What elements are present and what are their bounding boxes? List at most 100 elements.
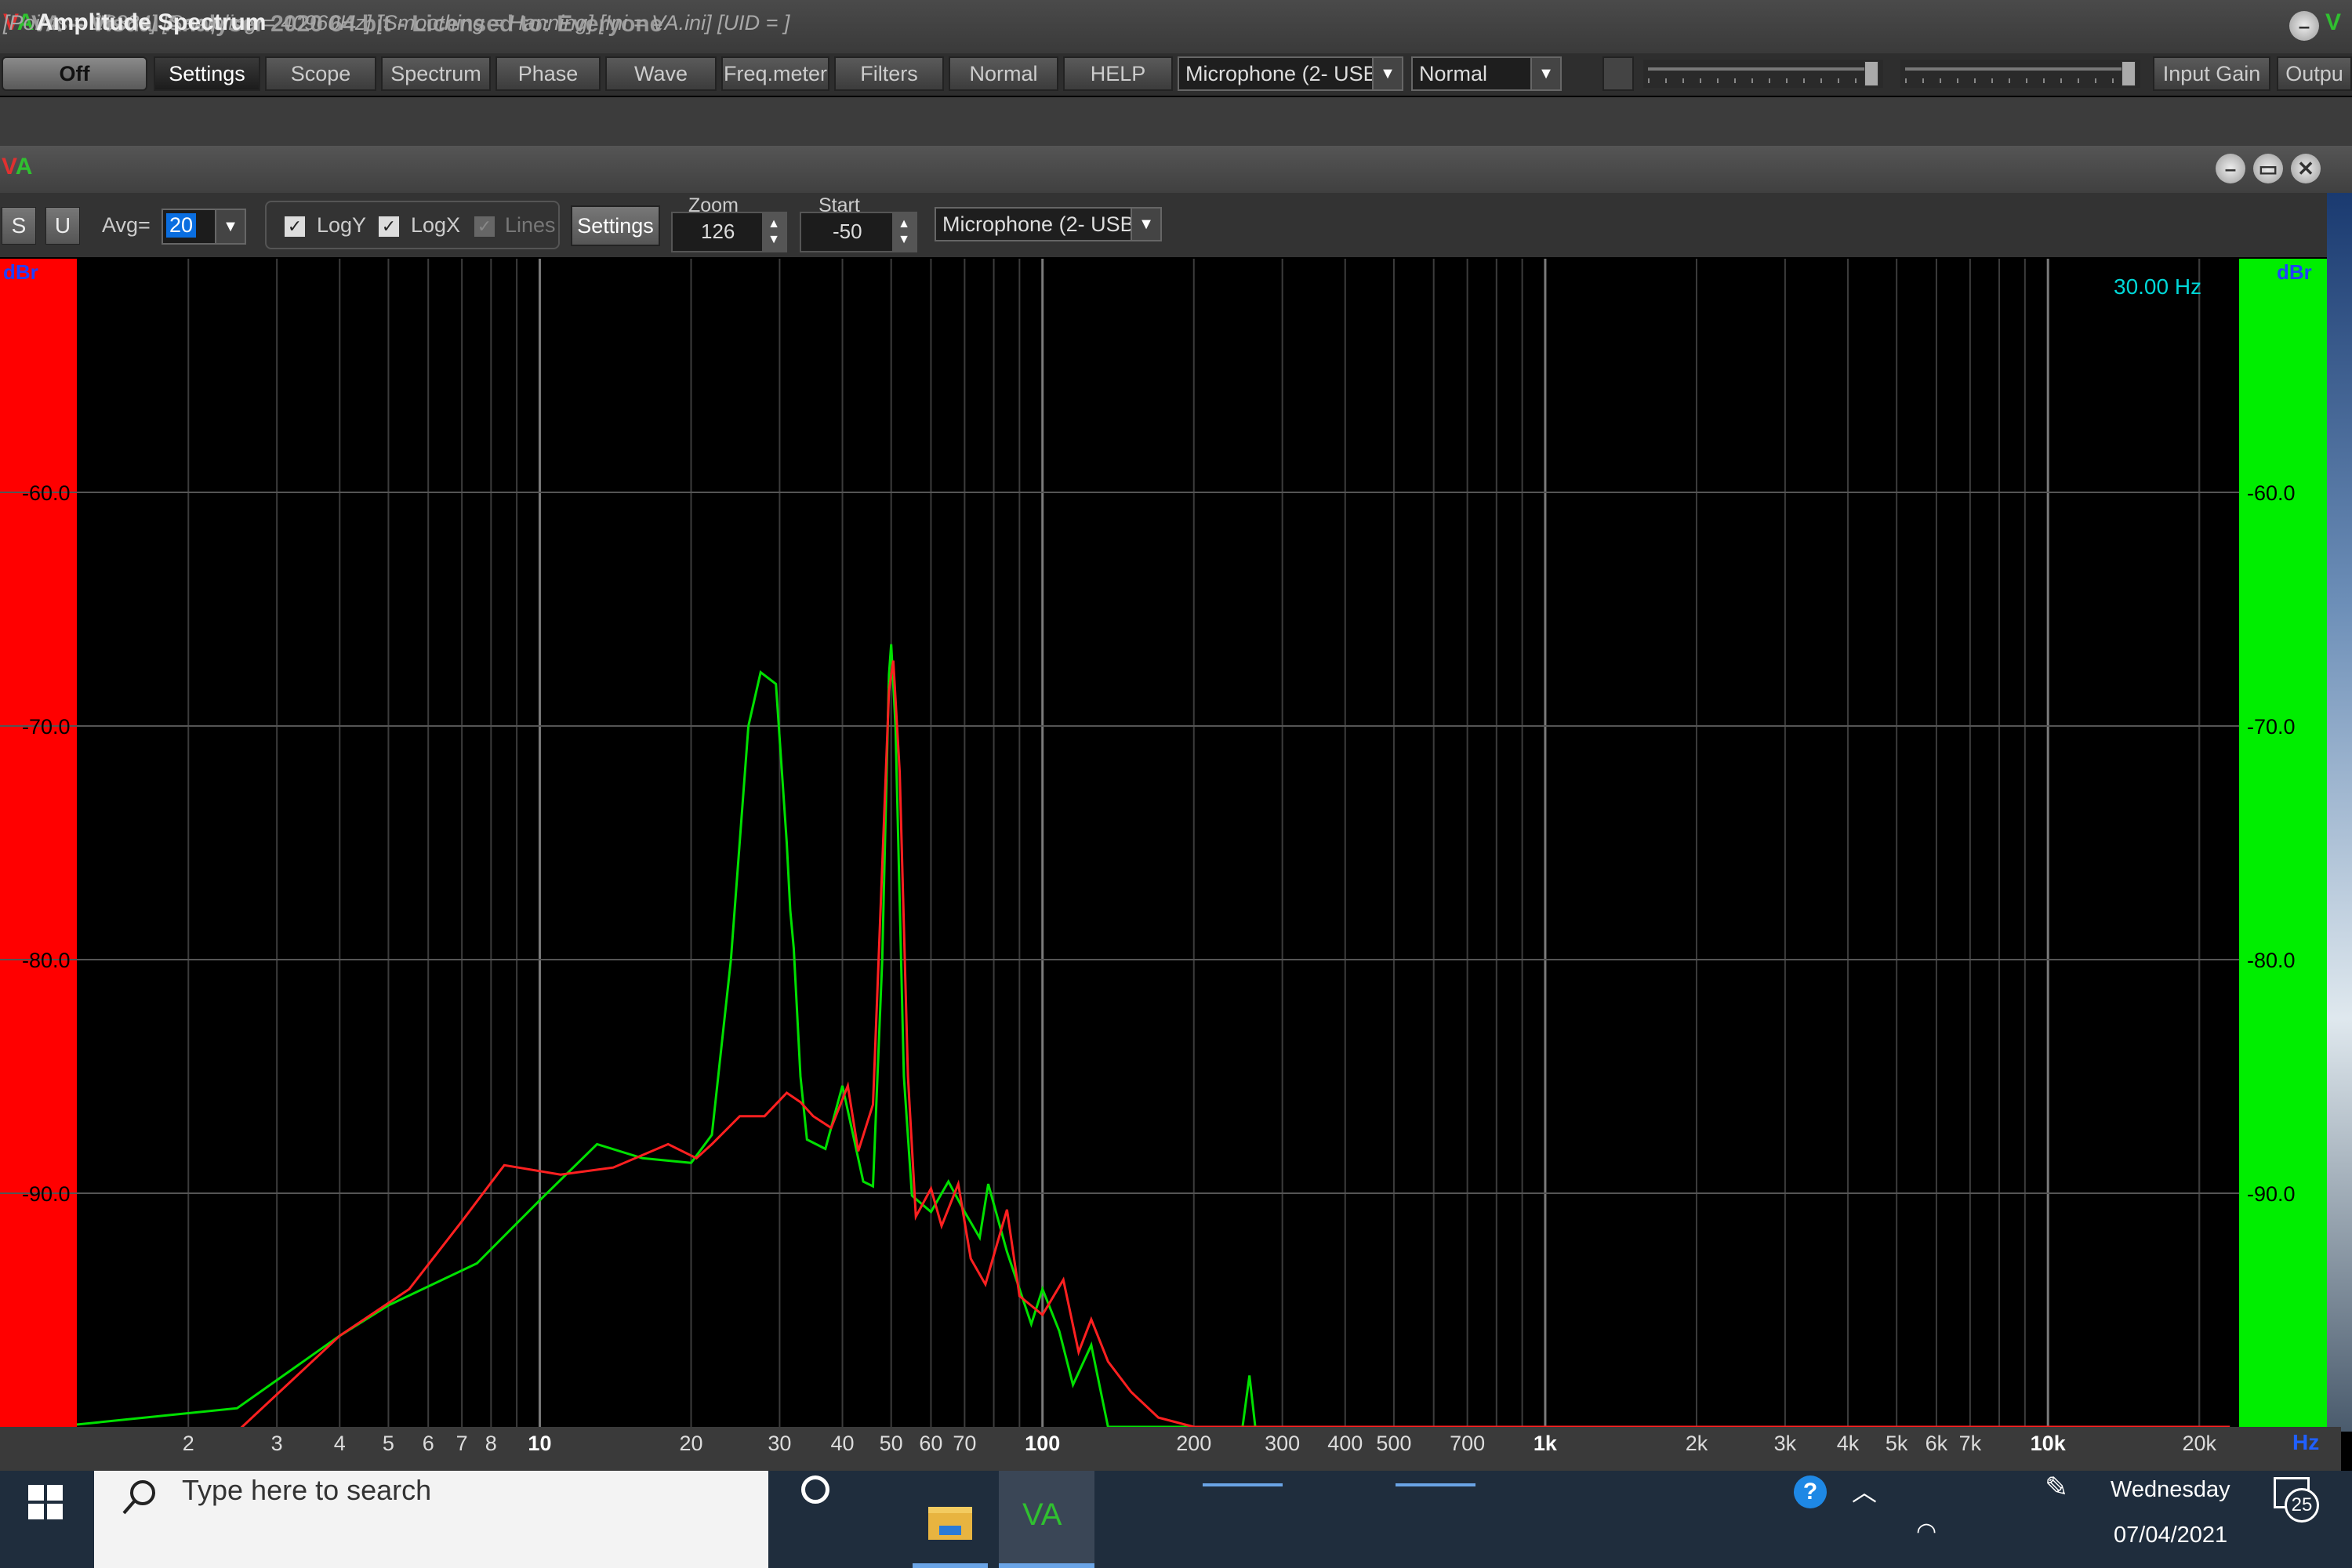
lines-label: Lines	[505, 213, 556, 237]
y-unit-label-right: dBr	[2277, 260, 2312, 284]
x-tick-label: 70	[953, 1432, 977, 1455]
u-button[interactable]: U	[45, 207, 80, 245]
desktop-wallpaper-strip	[2327, 193, 2352, 1432]
start-spinner[interactable]: -50 ▲ ▼	[800, 212, 917, 252]
x-tick-label: 60	[919, 1432, 943, 1455]
x-tick-label: 3k	[1773, 1432, 1797, 1455]
visual-analyser-taskbar-button[interactable]: VA	[999, 1471, 1094, 1568]
help-button[interactable]: HELP	[1063, 56, 1173, 91]
lines-checkbox[interactable]: ✓	[474, 216, 495, 238]
output-button[interactable]: Outpu	[2277, 56, 2352, 91]
close-icon[interactable]: ✕	[2291, 154, 2321, 183]
spectrum-settings-button[interactable]: Settings	[571, 205, 660, 246]
minimize-icon[interactable]: –	[2289, 11, 2319, 41]
avg-select[interactable]: 20 ▼	[162, 209, 246, 245]
x-tick-label: 40	[830, 1432, 855, 1455]
mode-value: Normal	[1419, 61, 1488, 85]
taskbar-running-indicator	[1203, 1483, 1283, 1486]
x-tick-label: 5	[382, 1432, 394, 1455]
start-value: -50	[833, 220, 862, 243]
phase-button[interactable]: Phase	[495, 56, 601, 91]
wifi-icon[interactable]: ◠	[1916, 1518, 1936, 1545]
avg-label: Avg=	[102, 213, 151, 237]
slider-thumb[interactable]	[2122, 61, 2136, 86]
scope-button[interactable]: Scope	[265, 56, 376, 91]
x-tick-label: 3	[270, 1432, 283, 1455]
logy-checkbox[interactable]: ✓	[284, 216, 306, 238]
x-unit-label: Hz	[2292, 1430, 2320, 1454]
spectrum-device-value: Microphone (2- USB	[942, 212, 1134, 236]
avg-value: 20	[166, 213, 197, 238]
x-tick-label: 20	[679, 1432, 703, 1455]
x-axis-bar	[0, 1427, 2341, 1471]
toggle-box[interactable]	[1602, 56, 1634, 91]
x-tick-label: 30	[768, 1432, 792, 1455]
x-tick-label: 20k	[2182, 1432, 2216, 1455]
x-tick-label: 6k	[1925, 1432, 1948, 1455]
minimize-icon[interactable]: –	[2216, 154, 2245, 183]
file-explorer-icon[interactable]	[928, 1507, 972, 1540]
input-device-select[interactable]: Microphone (2- USB ▼	[1178, 56, 1403, 91]
chevron-down-icon[interactable]: ▼	[1530, 58, 1560, 89]
help-question-icon[interactable]: ?	[1794, 1475, 1827, 1508]
x-tick-label: 7	[456, 1432, 468, 1455]
va-icon: VA	[1022, 1497, 1062, 1532]
x-tick-label: 400	[1327, 1432, 1363, 1455]
slider-thumb[interactable]	[1864, 61, 1878, 86]
app-corner-logo: V	[2325, 9, 2342, 35]
x-tick-label: 10	[528, 1432, 552, 1455]
clock-day[interactable]: Wednesday	[2111, 1477, 2230, 1503]
off-button[interactable]: Off	[2, 56, 147, 91]
chevron-down-icon[interactable]: ▼	[1131, 209, 1160, 240]
clock-date[interactable]: 07/04/2021	[2114, 1523, 2227, 1548]
x-tick-label: 700	[1450, 1432, 1486, 1455]
y-unit-label-left: dBr	[3, 260, 38, 284]
logx-label: LogX	[411, 213, 461, 237]
left-gain-slider[interactable]	[1643, 60, 1883, 88]
mode-select[interactable]: Normal ▼	[1411, 56, 1562, 91]
maximize-icon[interactable]: ▭	[2253, 154, 2283, 183]
freq-meter-button[interactable]: Freq.meter	[721, 56, 829, 91]
x-tick-label: 10k	[2030, 1432, 2066, 1455]
x-tick-label: 7k	[1958, 1432, 1982, 1455]
cortana-icon[interactable]	[801, 1475, 829, 1504]
x-tick-label: 500	[1376, 1432, 1412, 1455]
x-tick-label: 2	[182, 1432, 194, 1455]
spectrum-window-logo: VA	[2, 154, 33, 180]
x-tick-label: 6	[422, 1432, 434, 1455]
x-tick-label: 1k	[1533, 1432, 1557, 1455]
spinner-arrows-icon[interactable]: ▲ ▼	[892, 213, 916, 251]
windows-start-icon[interactable]	[28, 1485, 63, 1519]
spectrum-window-title: Amplitude Spectrum	[36, 9, 267, 35]
search-placeholder: Type here to search	[182, 1474, 432, 1506]
chevron-down-icon[interactable]: ▼	[215, 210, 245, 243]
logy-label: LogY	[317, 213, 367, 237]
status-info-bar	[0, 97, 2352, 146]
zoom-spinner[interactable]: 126 ▲ ▼	[671, 212, 787, 252]
x-tick-label: 100	[1025, 1432, 1061, 1455]
settings-button[interactable]: Settings	[154, 56, 260, 91]
spectrum-plot-area[interactable]	[0, 259, 2341, 1427]
spectrum-button[interactable]: Spectrum	[381, 56, 491, 91]
zoom-value: 126	[701, 220, 735, 243]
s-button[interactable]: S	[2, 207, 36, 245]
notification-count-badge: 25	[2285, 1488, 2319, 1523]
spinner-arrows-icon[interactable]: ▲ ▼	[762, 213, 786, 251]
wave-button[interactable]: Wave	[605, 56, 717, 91]
logx-checkbox[interactable]: ✓	[378, 216, 400, 238]
x-tick-label: 300	[1265, 1432, 1301, 1455]
x-tick-label: 200	[1176, 1432, 1212, 1455]
left-level-meter	[0, 259, 77, 1427]
right-gain-slider[interactable]	[1900, 60, 2140, 88]
taskbar-running-indicator	[1396, 1483, 1475, 1486]
spectrum-device-select[interactable]: Microphone (2- USB ▼	[935, 207, 1162, 241]
pen-icon[interactable]: ✎	[2045, 1471, 2068, 1504]
cursor-frequency-readout: 30.00 Hz	[2114, 274, 2202, 299]
spectrum-window-title-bar	[0, 146, 2352, 193]
chevron-up-icon[interactable]: ︿	[1852, 1472, 1877, 1508]
chevron-down-icon[interactable]: ▼	[1372, 58, 1402, 89]
x-tick-label: 2k	[1685, 1432, 1708, 1455]
input-gain-button[interactable]: Input Gain	[2153, 56, 2270, 91]
normal-button[interactable]: Normal	[949, 56, 1058, 91]
filters-button[interactable]: Filters	[834, 56, 944, 91]
